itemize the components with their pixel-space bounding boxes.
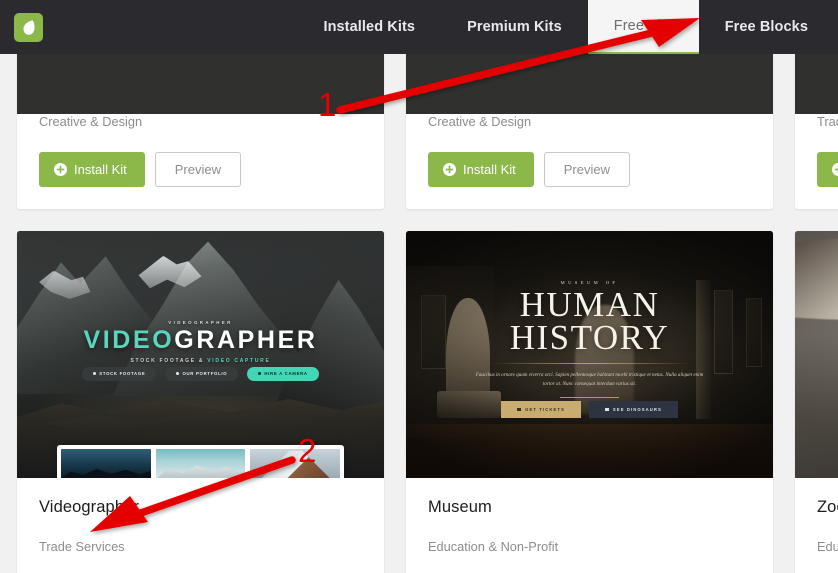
pill-dot-icon (176, 372, 180, 376)
museum-body-text: Faucibus in ornare quam viverra orci. Sa… (475, 371, 704, 387)
preview-button[interactable]: Preview (154, 152, 241, 187)
videographer-gallery-strip (57, 445, 344, 478)
kit-thumbnail-videographer[interactable]: VIDEOGRAPHER VIDEOGRAPHER STOCK FOOTAGE … (17, 231, 384, 478)
install-kit-label: Install Kit (74, 162, 127, 177)
tab-installed-kits[interactable]: Installed Kits (297, 0, 441, 54)
kit-card-body: Videographer Trade Services View Kit Pre… (17, 478, 384, 573)
kit-card-actions: Install Kit Preview (817, 152, 838, 187)
kit-category: Trade Services (39, 539, 125, 554)
kit-card-body: Creative & Design Install Kit Preview (17, 114, 384, 209)
preview-button[interactable]: Preview (543, 152, 630, 187)
videographer-title-accent: VIDEO (83, 325, 175, 354)
kit-card-body: Trade Services Install Kit Preview (795, 114, 838, 209)
kit-category: Creative & Design (39, 114, 143, 129)
tab-free-blocks[interactable]: Free Blocks (699, 0, 838, 54)
kit-title: Zoo (817, 498, 838, 516)
museum-see-dinosaurs-button: SEE DINOSAURS (588, 401, 678, 419)
leaf-logo-icon (14, 12, 43, 42)
videographer-subtitle-plain: STOCK FOOTAGE & (130, 357, 208, 364)
kit-card-grid: Creative & Design Install Kit Preview Cr… (17, 0, 838, 573)
museum-title-line1: HUMAN (519, 285, 660, 325)
kit-title: Museum (428, 498, 492, 516)
museum-title-line2: HISTORY (509, 317, 670, 357)
tab-premium-kits[interactable]: Premium Kits (441, 0, 588, 54)
museum-button-label: GET TICKETS (525, 407, 565, 413)
kit-category: Trade Services (817, 114, 838, 129)
kit-category: Education & Non-Profit (428, 539, 559, 554)
gallery-thumb (250, 449, 340, 478)
kit-card-actions: Install Kit Preview (39, 152, 362, 187)
plus-circle-icon (832, 163, 838, 176)
kit-title: Videographer (39, 498, 139, 516)
kit-card-body: Creative & Design Install Kit Preview (406, 114, 773, 209)
photo-overlay (795, 231, 838, 478)
videographer-pill-stock: STOCK FOOTAGE (82, 366, 157, 381)
videographer-title: VIDEOGRAPHER (17, 325, 384, 354)
ticket-icon (517, 408, 522, 412)
pill-label: STOCK FOOTAGE (99, 371, 146, 377)
plus-circle-icon (443, 163, 456, 176)
videographer-pill-hire: HIRE A CAMERA (247, 366, 319, 381)
kit-thumbnail-museum[interactable]: MUSEUM OF HUMAN HISTORY Faucibus in orna… (406, 231, 773, 478)
kit-card-body: Museum Education & Non-Profit Install Ki… (406, 478, 773, 573)
gallery-thumb (155, 449, 246, 478)
videographer-title-rest: GRAPHER (174, 325, 318, 354)
kit-card-body: Zoo Education & Non-Profit Install Kit P… (795, 478, 838, 573)
kit-card-zoo[interactable]: Zoo Education & Non-Profit Install Kit P… (795, 231, 838, 573)
install-kit-button[interactable]: Install Kit (817, 152, 838, 187)
main-nav: Installed Kits Premium Kits Free Kits Fr… (297, 0, 838, 54)
museum-get-tickets-button: GET TICKETS (501, 401, 581, 419)
videographer-kicker: VIDEOGRAPHER (168, 319, 233, 325)
tab-free-kits[interactable]: Free Kits (587, 0, 699, 54)
museum-cta-buttons: GET TICKETS SEE DINOSAURS (406, 401, 773, 419)
videographer-pill-portfolio: OUR PORTFOLIO (165, 366, 239, 381)
gold-divider-short (560, 397, 619, 399)
kit-card-videographer[interactable]: VIDEOGRAPHER VIDEOGRAPHER STOCK FOOTAGE … (17, 231, 384, 573)
pill-dot-icon (258, 372, 262, 376)
kit-category: Creative & Design (428, 114, 532, 129)
videographer-subtitle: STOCK FOOTAGE & VIDEO CAPTURE (17, 358, 384, 364)
videographer-hero-art: VIDEOGRAPHER VIDEOGRAPHER STOCK FOOTAGE … (17, 231, 384, 478)
gallery-thumb (61, 449, 151, 478)
videographer-cta-pills: STOCK FOOTAGE OUR PORTFOLIO HIRE A CAMER… (17, 366, 384, 381)
kit-thumbnail-zoo[interactable] (795, 231, 838, 478)
app-logo[interactable] (0, 0, 100, 54)
install-kit-button[interactable]: Install Kit (428, 152, 534, 187)
plus-circle-icon (54, 163, 67, 176)
marketplace-screen: Creative & Design Install Kit Preview Cr… (0, 0, 838, 573)
leaf-glyph (23, 19, 35, 35)
pill-dot-icon (93, 372, 97, 376)
zoo-hero-art (795, 231, 838, 478)
kit-category: Education & Non-Profit (817, 539, 838, 554)
install-kit-button[interactable]: Install Kit (39, 152, 145, 187)
museum-headline-block: MUSEUM OF HUMAN HISTORY Faucibus in orna… (406, 280, 773, 399)
museum-button-label: SEE DINOSAURS (612, 407, 662, 413)
dinosaur-icon (604, 408, 609, 412)
gold-divider (490, 362, 689, 364)
install-kit-label: Install Kit (463, 162, 516, 177)
kit-card-actions: Install Kit Preview (428, 152, 751, 187)
videographer-subtitle-accent: VIDEO CAPTURE (207, 357, 271, 364)
top-navigation-bar: Installed Kits Premium Kits Free Kits Fr… (0, 0, 838, 54)
videographer-headline-block: VIDEOGRAPHER VIDEOGRAPHER STOCK FOOTAGE … (17, 320, 384, 364)
pill-label: OUR PORTFOLIO (182, 371, 228, 377)
museum-hero-art: MUSEUM OF HUMAN HISTORY Faucibus in orna… (406, 231, 773, 478)
pill-label: HIRE A CAMERA (264, 371, 308, 377)
kit-card-museum[interactable]: MUSEUM OF HUMAN HISTORY Faucibus in orna… (406, 231, 773, 573)
